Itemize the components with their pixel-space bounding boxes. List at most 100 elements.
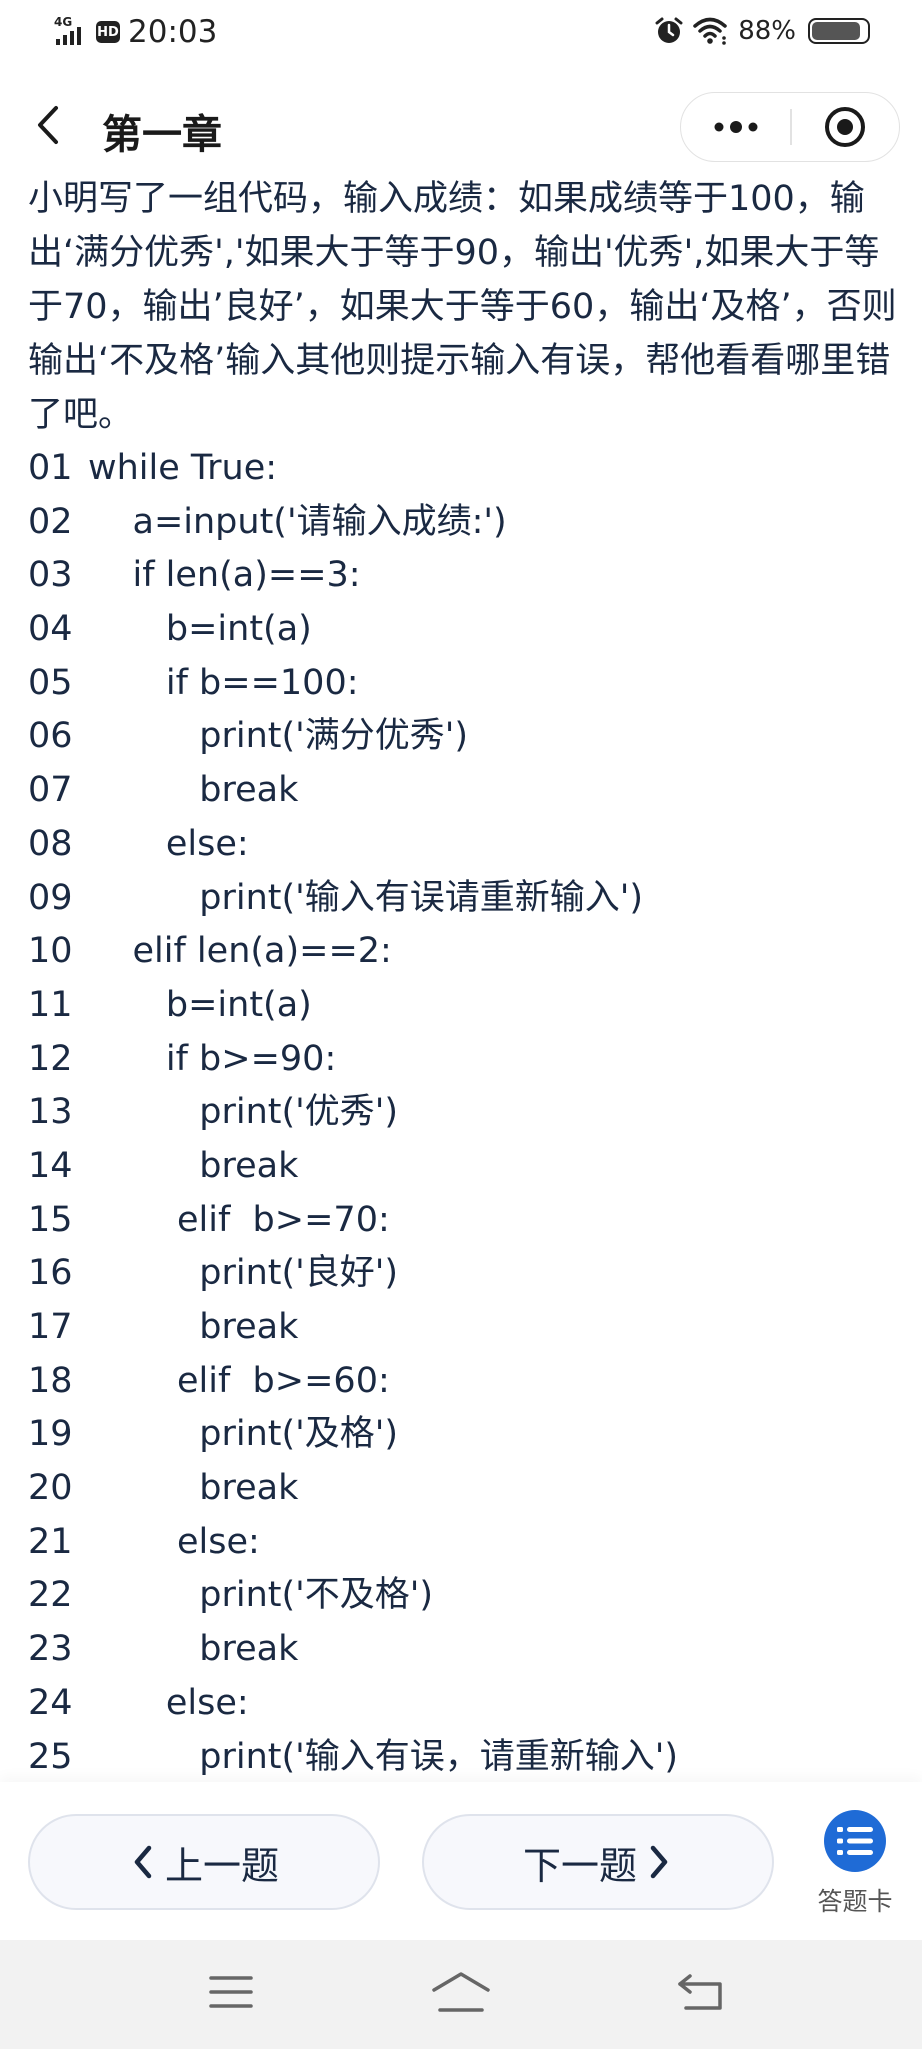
question-content[interactable]: 小明写了一组代码，输入成绩：如果成绩等于100，输出‘满分优秀','如果大于等于… <box>28 172 898 1777</box>
answer-card-button[interactable]: 答题卡 <box>805 1810 905 1930</box>
code-line-text: elif b>=70: <box>88 1199 390 1240</box>
code-line-text: print('不及格') <box>88 1575 434 1616</box>
code-line-text: break <box>88 1468 299 1509</box>
code-line-number: 10 <box>28 931 73 972</box>
code-line-number: 22 <box>28 1575 73 1616</box>
close-button[interactable] <box>792 93 898 160</box>
prev-question-button[interactable]: 上一题 <box>28 1814 380 1910</box>
code-line-number: 23 <box>28 1629 73 1670</box>
code-line-number: 21 <box>28 1521 73 1562</box>
chevron-left-icon <box>134 1845 152 1879</box>
code-line-text: if b==100: <box>88 662 359 703</box>
code-line-text: print('满分优秀') <box>88 716 469 757</box>
page-title: 第一章 <box>102 112 222 158</box>
code-line-text: elif len(a)==2: <box>88 931 392 972</box>
code-line: 13 print('优秀') <box>28 1086 898 1140</box>
code-line-number: 01 <box>28 448 73 488</box>
code-line-text: print('及格') <box>88 1414 399 1455</box>
network-type: 4G <box>54 15 73 29</box>
code-listing: 01 while True: 02 a=input('请输入成绩:') 03 if l… <box>28 442 898 1777</box>
code-line: 01 while True: <box>28 442 898 496</box>
screen: 4G HD 20:03 88% 第一章 小明写了一组代码，输入成绩：如果成绩等于… <box>0 0 922 2049</box>
code-line-text: elif b>=60: <box>88 1360 390 1401</box>
next-question-label: 下一题 <box>522 1843 637 1888</box>
code-line: 03 if len(a)==3: <box>28 549 898 603</box>
code-line-number: 11 <box>28 984 73 1025</box>
code-line: 08 else: <box>28 818 898 872</box>
code-line-text: else: <box>88 823 249 864</box>
next-question-button[interactable]: 下一题 <box>422 1814 774 1910</box>
code-line-text: break <box>88 770 299 811</box>
code-line-number: 25 <box>28 1736 73 1777</box>
wifi-icon <box>693 17 727 45</box>
menu-icon[interactable] <box>207 1970 255 2014</box>
code-line: 18 elif b>=60: <box>28 1355 898 1409</box>
chevron-left-icon <box>38 106 58 144</box>
code-line-text: if len(a)==3: <box>88 555 361 596</box>
code-line-number: 17 <box>28 1307 73 1347</box>
hd-badge: HD <box>96 21 120 43</box>
back-nav-icon[interactable] <box>676 1970 726 2014</box>
code-line: 25 print('输入有误，请重新输入') <box>28 1731 898 1778</box>
code-line: 15 elif b>=70: <box>28 1194 898 1248</box>
code-line: 20 break <box>28 1462 898 1516</box>
code-line: 04 b=int(a) <box>28 603 898 657</box>
question-text: 小明写了一组代码，输入成绩：如果成绩等于100，输出‘满分优秀','如果大于等于… <box>28 179 897 435</box>
code-line-text: b=int(a) <box>88 609 312 650</box>
code-line: 19 print('及格') <box>28 1408 898 1462</box>
code-line-text: print('优秀') <box>88 1092 399 1133</box>
code-line-number: 06 <box>28 716 73 757</box>
code-line-number: 14 <box>28 1145 73 1186</box>
back-button[interactable] <box>26 100 76 150</box>
code-line: 07 break <box>28 764 898 818</box>
code-line-number: 20 <box>28 1468 73 1509</box>
more-dots-icon <box>714 120 757 133</box>
mini-program-capsule <box>680 92 900 162</box>
answer-card-icon <box>824 1810 886 1872</box>
code-line-text: if b>=90: <box>88 1038 337 1079</box>
code-line-text: else: <box>88 1682 249 1723</box>
code-line: 12 if b>=90: <box>28 1033 898 1087</box>
code-line-number: 09 <box>28 877 73 918</box>
battery-icon <box>808 18 870 44</box>
status-bar: 4G HD 20:03 88% <box>0 0 922 72</box>
code-line-text: b=int(a) <box>88 984 312 1025</box>
more-button[interactable] <box>681 93 790 160</box>
code-line-number: 19 <box>28 1414 73 1455</box>
code-line: 10 elif len(a)==2: <box>28 925 898 979</box>
alarm-icon <box>655 17 683 43</box>
code-line-number: 15 <box>28 1199 73 1240</box>
code-line: 17 break <box>28 1301 898 1355</box>
code-line-text: a=input('请输入成绩:') <box>88 501 507 542</box>
code-line-text: print('输入有误，请重新输入') <box>88 1736 679 1777</box>
code-line: 21 else: <box>28 1516 898 1570</box>
cellular-signal-icon: 4G <box>54 15 92 49</box>
code-line-number: 07 <box>28 770 73 811</box>
status-left: 4G HD 20:03 <box>54 14 217 50</box>
code-line-text: break <box>88 1145 299 1186</box>
code-line-number: 16 <box>28 1253 73 1294</box>
code-line-text: break <box>88 1629 299 1670</box>
code-line: 06 print('满分优秀') <box>28 710 898 764</box>
code-line-number: 24 <box>28 1682 73 1723</box>
code-line: 22 print('不及格') <box>28 1569 898 1623</box>
code-line-number: 03 <box>28 555 73 596</box>
target-circle-icon <box>825 106 865 147</box>
prev-question-label: 上一题 <box>164 1843 279 1888</box>
code-line-text: else: <box>88 1521 260 1562</box>
code-line-text: break <box>88 1307 299 1347</box>
code-line-number: 18 <box>28 1360 73 1401</box>
action-bar: 上一题 下一题 答题卡 <box>0 1782 922 1940</box>
battery-percent: 88% <box>738 16 796 46</box>
home-icon[interactable] <box>430 1970 492 2014</box>
nav-header: 第一章 <box>0 82 922 172</box>
code-line-number: 13 <box>28 1092 73 1133</box>
code-line-text: print('良好') <box>88 1253 399 1294</box>
chevron-right-icon <box>650 1845 668 1879</box>
code-line-number: 08 <box>28 823 73 864</box>
code-line: 05 if b==100: <box>28 657 898 711</box>
battery-level <box>812 22 860 40</box>
code-line-number: 02 <box>28 501 73 542</box>
answer-card-label: 答题卡 <box>817 1887 893 1916</box>
code-line-number: 05 <box>28 662 73 703</box>
